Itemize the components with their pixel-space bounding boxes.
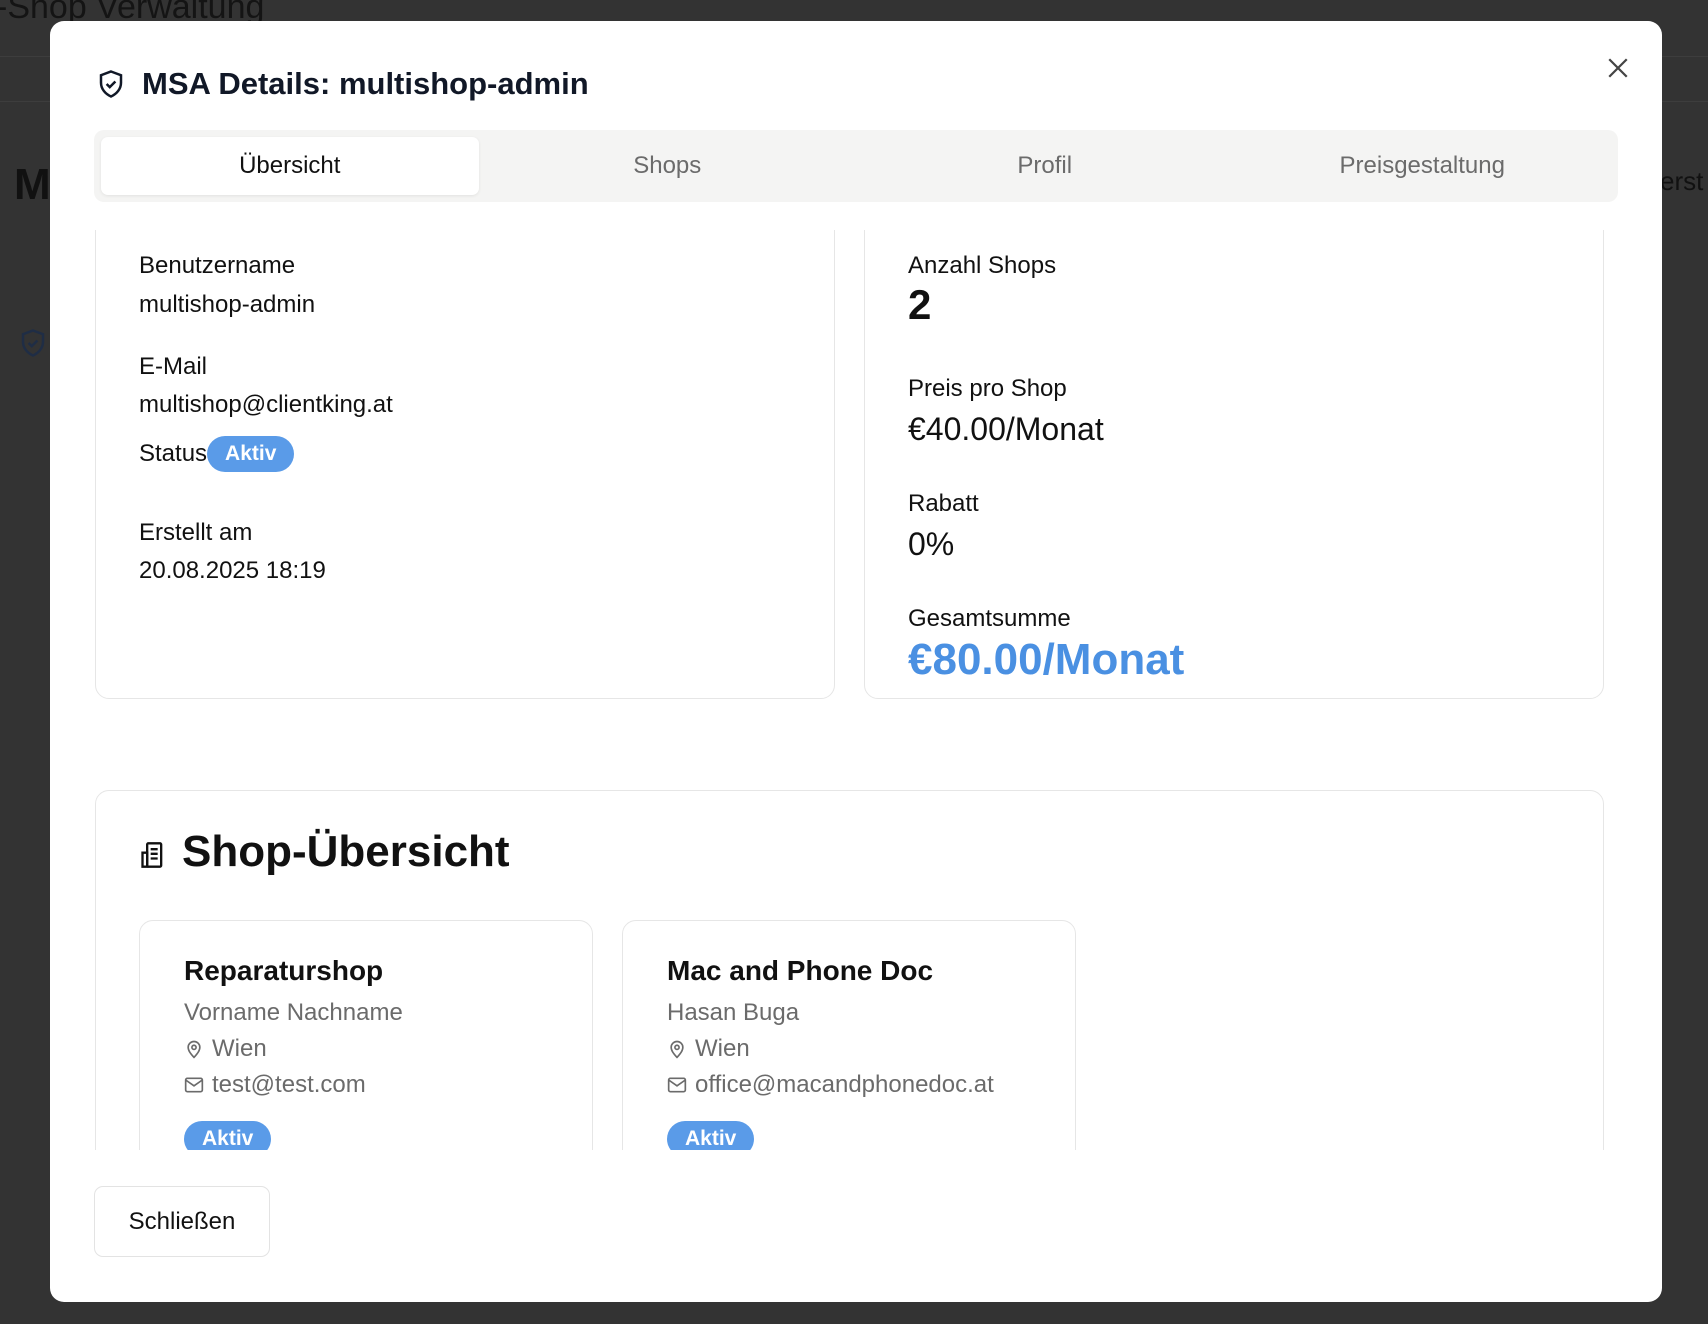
map-pin-icon <box>670 1040 684 1059</box>
background-text: erst <box>1660 166 1704 196</box>
tab-uebersicht[interactable]: Übersicht <box>101 137 479 195</box>
discount-label: Rabatt <box>908 490 979 517</box>
shop-location: Wien <box>184 1035 267 1063</box>
discount-value: 0% <box>908 526 955 562</box>
shop-count-value: 2 <box>908 281 932 328</box>
shop-email: office@macandphonedoc.at <box>667 1071 994 1099</box>
shield-check-icon <box>99 70 123 98</box>
shop-name: Reparaturshop <box>184 955 384 986</box>
shop-city: Wien <box>212 1035 267 1062</box>
map-pin-icon <box>187 1040 201 1059</box>
total-label: Gesamtsumme <box>908 605 1071 632</box>
close-icon[interactable] <box>1603 53 1633 83</box>
shop-status-badge: Aktiv <box>667 1121 755 1150</box>
mail-icon <box>667 1077 687 1093</box>
dialog-title: MSA Details: multishop-admin <box>142 66 589 101</box>
shop-email: test@test.com <box>184 1071 366 1099</box>
tab-preisgestaltung[interactable]: Preisgestaltung <box>1234 137 1612 195</box>
total-value: €80.00/Monat <box>908 635 1185 684</box>
shop-owner: Hasan Buga <box>667 999 800 1026</box>
shop-owner: Vorname Nachname <box>184 999 403 1026</box>
tab-bar: Übersicht Shops Profil Preisgestaltung <box>94 130 1618 202</box>
shop-overview-title: Shop-Übersicht <box>182 827 510 876</box>
shop-city: Wien <box>695 1035 750 1062</box>
shop-name: Mac and Phone Doc <box>667 955 934 986</box>
mail-icon <box>184 1077 204 1093</box>
shop-status-badge: Aktiv <box>184 1121 272 1150</box>
created-value: 20.08.2025 18:19 <box>139 557 326 584</box>
shop-email-value: office@macandphonedoc.at <box>695 1071 994 1098</box>
shield-icon <box>21 329 45 357</box>
msa-details-dialog: MSA Details: multishop-admin Übersicht S… <box>50 21 1662 1302</box>
created-label: Erstellt am <box>139 519 253 546</box>
building-icon <box>141 842 163 868</box>
shop-card[interactable]: Reparaturshop Vorname Nachname Wien test… <box>139 920 593 1150</box>
email-label: E-Mail <box>139 353 208 380</box>
status-label: Status <box>139 440 208 467</box>
username-value: multishop-admin <box>139 291 316 318</box>
account-info-card: Benutzername multishop-admin E-Mail mult… <box>95 230 835 699</box>
shop-email-value: test@test.com <box>212 1071 366 1098</box>
email-value: multishop@clientking.at <box>139 391 393 418</box>
price-per-shop-label: Preis pro Shop <box>908 375 1067 402</box>
background-heading: M <box>14 160 51 209</box>
close-button[interactable]: Schließen <box>94 1186 270 1257</box>
price-per-shop-value: €40.00/Monat <box>908 411 1104 447</box>
status-badge: Aktiv <box>207 436 295 472</box>
tab-profil[interactable]: Profil <box>856 137 1234 195</box>
shop-location: Wien <box>667 1035 750 1063</box>
tab-shops[interactable]: Shops <box>479 137 857 195</box>
dialog-header: MSA Details: multishop-admin <box>96 66 589 102</box>
shop-card[interactable]: Mac and Phone Doc Hasan Buga Wien office… <box>622 920 1076 1150</box>
username-label: Benutzername <box>139 252 296 279</box>
status-row: Status Aktiv <box>139 436 295 472</box>
dialog-content-scroll[interactable]: Benutzername multishop-admin E-Mail mult… <box>50 230 1662 1150</box>
pricing-summary-card: Anzahl Shops 2 Preis pro Shop €40.00/Mon… <box>864 230 1604 699</box>
shop-count-label: Anzahl Shops <box>908 252 1057 279</box>
